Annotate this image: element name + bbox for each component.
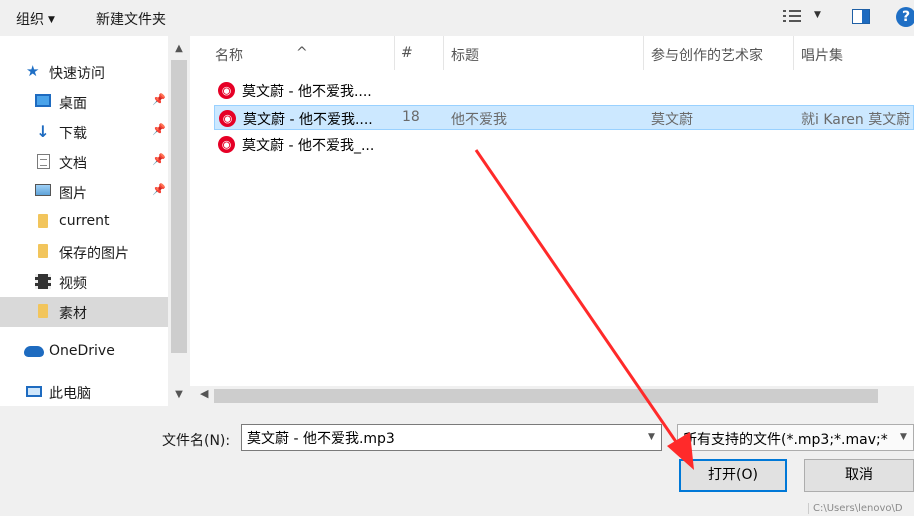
file-type-select[interactable]: 所有支持的文件(*.mp3;*.mav;* (677, 424, 914, 451)
column-label: 名称 (215, 48, 243, 64)
download-icon: ↓ (36, 122, 50, 141)
file-row[interactable]: ◉ 莫文蔚 - 他不爱我_... (214, 132, 914, 157)
nav-item-downloads[interactable]: ↓ 下载 📌 (0, 117, 168, 147)
file-list: 名称 ^ # 标题 参与创作的艺术家 唱片集 ◉ 莫文蔚 - 他不爱我.... … (190, 36, 914, 406)
column-header-album[interactable]: 唱片集 (794, 36, 914, 70)
netease-music-icon: ◉ (219, 110, 236, 127)
nav-label: 桌面 (59, 96, 87, 112)
star-icon: ★ (26, 62, 40, 80)
pc-icon (26, 386, 42, 397)
navigation-pane: ★ 快速访问 桌面 📌 ↓ 下载 📌 文档 📌 图片 📌 current 保存的… (0, 36, 190, 406)
folder-icon (38, 244, 48, 258)
toolbar: 组织 ▼ 新建文件夹 ▼ ? (0, 0, 914, 36)
cancel-button[interactable]: 取消 (804, 459, 914, 492)
nav-label: OneDrive (49, 343, 115, 359)
nav-label: 快速访问 (49, 66, 105, 82)
desktop-icon (35, 94, 51, 107)
nav-label: current (59, 213, 110, 229)
chevron-down-icon: ▼ (48, 15, 55, 25)
filename-label: 文件名(N): (162, 433, 231, 449)
video-icon (35, 274, 51, 289)
preview-pane-icon[interactable] (852, 9, 870, 24)
pictures-icon (35, 184, 51, 196)
pin-icon[interactable]: 📌 (152, 123, 166, 136)
scrollbar-thumb[interactable] (214, 389, 878, 403)
sort-up-icon: ^ (296, 45, 308, 61)
scroll-left-icon[interactable]: ◀ (200, 387, 208, 400)
pin-icon[interactable]: 📌 (152, 153, 166, 166)
organize-menu[interactable]: 组织 ▼ (16, 9, 55, 29)
pin-icon[interactable]: 📌 (152, 93, 166, 106)
dialog-footer: 文件名(N): ▼ 所有支持的文件(*.mp3;*.mav;* ▼ 打开(O) … (0, 406, 914, 516)
filename-input[interactable] (241, 424, 662, 451)
nav-item-current[interactable]: current (0, 207, 168, 237)
file-name: 莫文蔚 - 他不爱我.... (243, 112, 373, 128)
nav-item-documents[interactable]: 文档 📌 (0, 147, 168, 177)
nav-label: 下载 (59, 126, 87, 142)
new-folder-button[interactable]: 新建文件夹 (96, 9, 166, 29)
track-title: 他不爱我 (451, 112, 507, 128)
file-row-selected[interactable]: ◉ 莫文蔚 - 他不爱我.... 18 他不爱我 莫文蔚 就i Karen 莫文… (214, 105, 914, 130)
document-icon (37, 154, 50, 169)
scroll-down-icon[interactable]: ▼ (168, 384, 190, 406)
file-row[interactable]: ◉ 莫文蔚 - 他不爱我.... (214, 78, 914, 103)
file-name: 莫文蔚 - 他不爱我_... (242, 138, 375, 154)
folder-icon (38, 214, 48, 228)
view-list-icon[interactable] (783, 9, 803, 25)
filename-history-chevron-icon[interactable]: ▼ (642, 425, 661, 450)
scrollbar-thumb[interactable] (171, 60, 187, 353)
nav-item-desktop[interactable]: 桌面 📌 (0, 87, 168, 117)
nav-item-saved-pictures[interactable]: 保存的图片 (0, 237, 168, 267)
track-number: 18 (402, 109, 420, 125)
column-label: 唱片集 (801, 48, 843, 64)
onedrive-icon (24, 346, 44, 357)
column-header-title[interactable]: 标题 (444, 36, 643, 70)
column-label: 标题 (451, 48, 479, 64)
nav-scrollbar[interactable]: ▲ ▼ (168, 36, 190, 406)
column-header-artist[interactable]: 参与创作的艺术家 (644, 36, 793, 70)
pin-icon[interactable]: 📌 (152, 183, 166, 196)
organize-label: 组织 (16, 12, 44, 28)
chevron-down-icon[interactable]: ▼ (895, 425, 912, 450)
nav-label: 保存的图片 (59, 246, 129, 262)
nav-label: 视频 (59, 276, 87, 292)
nav-label: 图片 (59, 186, 87, 202)
column-label: # (401, 45, 413, 61)
help-icon[interactable]: ? (896, 7, 914, 27)
nav-label: 素材 (59, 306, 87, 322)
nav-item-pictures[interactable]: 图片 📌 (0, 177, 168, 207)
file-name: 莫文蔚 - 他不爱我.... (242, 84, 372, 100)
nav-label: 此电脑 (49, 386, 91, 402)
column-header-number[interactable]: # (395, 36, 443, 70)
status-path: C:\Users\lenovo\D (808, 503, 903, 514)
track-album: 就i Karen 莫文蔚 (801, 112, 911, 128)
nav-label: 文档 (59, 156, 87, 172)
view-options-chevron-icon[interactable]: ▼ (814, 10, 821, 20)
nav-item-this-pc[interactable]: 此电脑 (0, 377, 168, 407)
column-label: 参与创作的艺术家 (651, 48, 763, 64)
track-artist: 莫文蔚 (651, 112, 693, 128)
column-header-name[interactable]: 名称 ^ (190, 36, 394, 70)
netease-music-icon: ◉ (218, 136, 235, 153)
scroll-up-icon[interactable]: ▲ (168, 38, 190, 60)
folder-icon (38, 304, 48, 318)
nav-item-videos[interactable]: 视频 (0, 267, 168, 297)
nav-item-materials[interactable]: 素材 (0, 297, 168, 327)
nav-item-onedrive[interactable]: OneDrive (0, 337, 168, 367)
nav-item-quick-access[interactable]: ★ 快速访问 (0, 57, 168, 87)
open-button[interactable]: 打开(O) (679, 459, 787, 492)
netease-music-icon: ◉ (218, 82, 235, 99)
horizontal-scrollbar[interactable]: ◀ (190, 386, 914, 406)
